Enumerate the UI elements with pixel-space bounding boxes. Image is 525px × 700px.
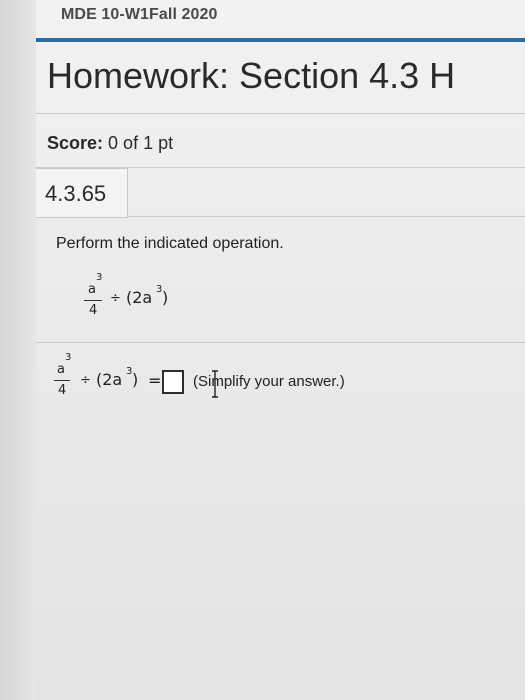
header-accent-rule bbox=[36, 38, 525, 42]
answer-division-operator: ÷ bbox=[80, 373, 91, 388]
question-prompt: Perform the indicated operation. bbox=[56, 235, 284, 252]
screen-bezel bbox=[0, 0, 36, 700]
answer-denominator: 4 bbox=[58, 383, 67, 398]
problem-fraction: a 3 4 bbox=[84, 272, 102, 318]
problem-division-operator: ÷ bbox=[110, 291, 121, 306]
problem-paren-term: (2a bbox=[126, 288, 153, 307]
problem-fraction-bar bbox=[84, 300, 102, 301]
question-divider bbox=[127, 216, 525, 217]
answer-fraction-bar bbox=[54, 380, 70, 381]
answer-divider bbox=[36, 342, 525, 343]
problem-numerator-exponent: 3 bbox=[96, 272, 103, 283]
title-divider bbox=[36, 113, 525, 114]
problem-denominator: 4 bbox=[89, 303, 98, 318]
question-number: 4.3.65 bbox=[45, 181, 107, 206]
screen bbox=[0, 0, 525, 700]
course-title[interactable]: MDE 10-W1Fall 2020 bbox=[61, 6, 218, 24]
score-label: Score: bbox=[47, 133, 104, 153]
answer-fraction: a 3 4 bbox=[54, 352, 72, 398]
homework-title: Homework: Section 4.3 H bbox=[47, 55, 456, 96]
text-cursor-icon bbox=[212, 370, 218, 398]
answer-input-box[interactable] bbox=[162, 370, 184, 394]
score-value: 0 of 1 pt bbox=[108, 133, 174, 153]
answer-paren-term: (2a bbox=[96, 370, 123, 389]
problem-paren-close: ) bbox=[162, 288, 169, 307]
score-display: Score: 0 of 1 pt bbox=[47, 133, 173, 154]
answer-paren-close: ) bbox=[132, 370, 139, 389]
answer-numerator-exponent: 3 bbox=[65, 352, 72, 363]
answer-numerator: a bbox=[57, 362, 65, 377]
answer-equals-sign: = bbox=[148, 371, 162, 390]
problem-numerator: a bbox=[88, 282, 96, 297]
